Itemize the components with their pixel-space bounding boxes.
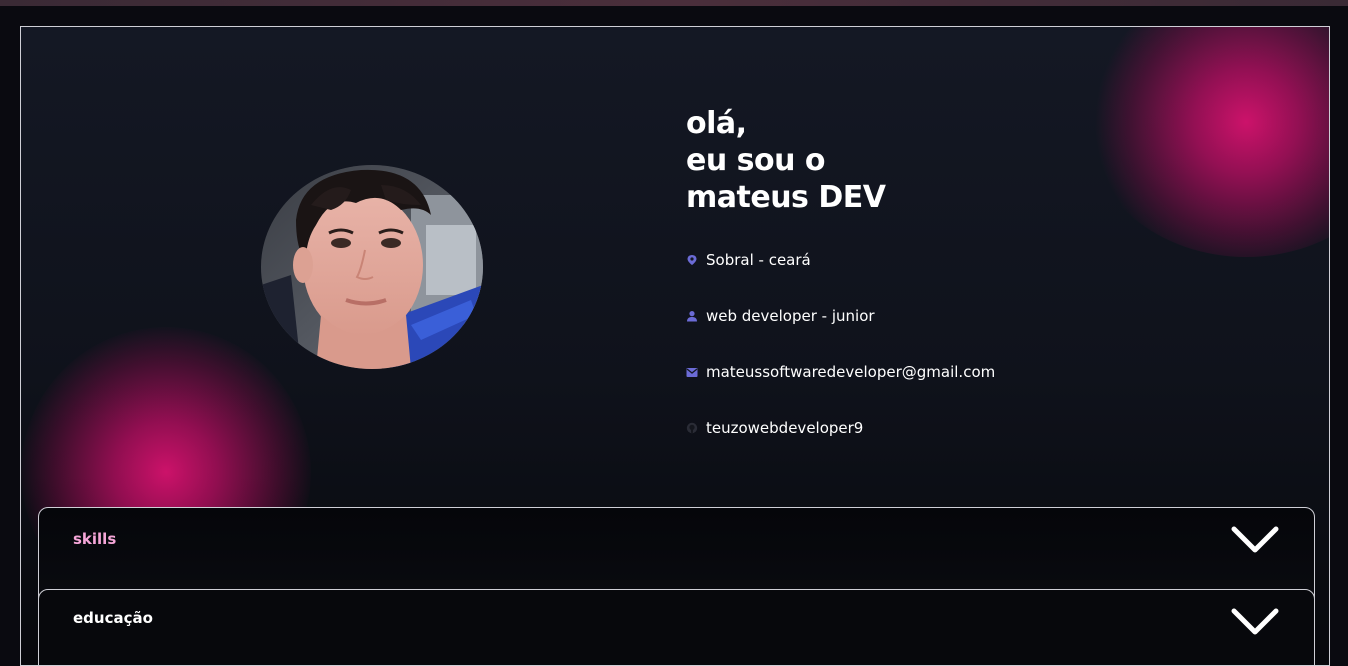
location-text: Sobral - ceará (706, 251, 811, 269)
chevron-down-icon[interactable] (1230, 606, 1280, 638)
avatar-photo (261, 165, 483, 369)
github-icon (686, 422, 698, 434)
profile-card: olá, eu sou o mateus DEV Sobral - ceará … (20, 26, 1330, 666)
pink-glow-top-right (1086, 27, 1329, 257)
intro-line-name: mateus DEV (686, 180, 886, 215)
intro-line-greeting: olá, (686, 106, 747, 141)
mail-icon (686, 366, 698, 378)
chevron-down-icon[interactable] (1230, 524, 1280, 556)
info-location: Sobral - ceará (686, 248, 995, 272)
github-text[interactable]: teuzowebdeveloper9 (706, 419, 863, 437)
user-icon (686, 310, 698, 322)
avatar (261, 165, 483, 369)
info-email: mateussoftwaredeveloper@gmail.com (686, 360, 995, 384)
info-list: Sobral - ceará web developer - junior ma… (686, 248, 995, 472)
location-pin-icon (686, 254, 698, 266)
role-text: web developer - junior (706, 307, 875, 325)
email-text[interactable]: mateussoftwaredeveloper@gmail.com (706, 363, 995, 381)
skills-title: skills (73, 530, 117, 548)
education-title: educação (73, 609, 153, 627)
info-role: web developer - junior (686, 304, 995, 328)
top-accent-bar (0, 0, 1348, 6)
intro-heading: olá, eu sou o mateus DEV (686, 105, 886, 216)
info-github: teuzowebdeveloper9 (686, 416, 995, 440)
intro-line-iam: eu sou o (686, 143, 826, 178)
education-accordion[interactable]: educação (38, 589, 1315, 665)
